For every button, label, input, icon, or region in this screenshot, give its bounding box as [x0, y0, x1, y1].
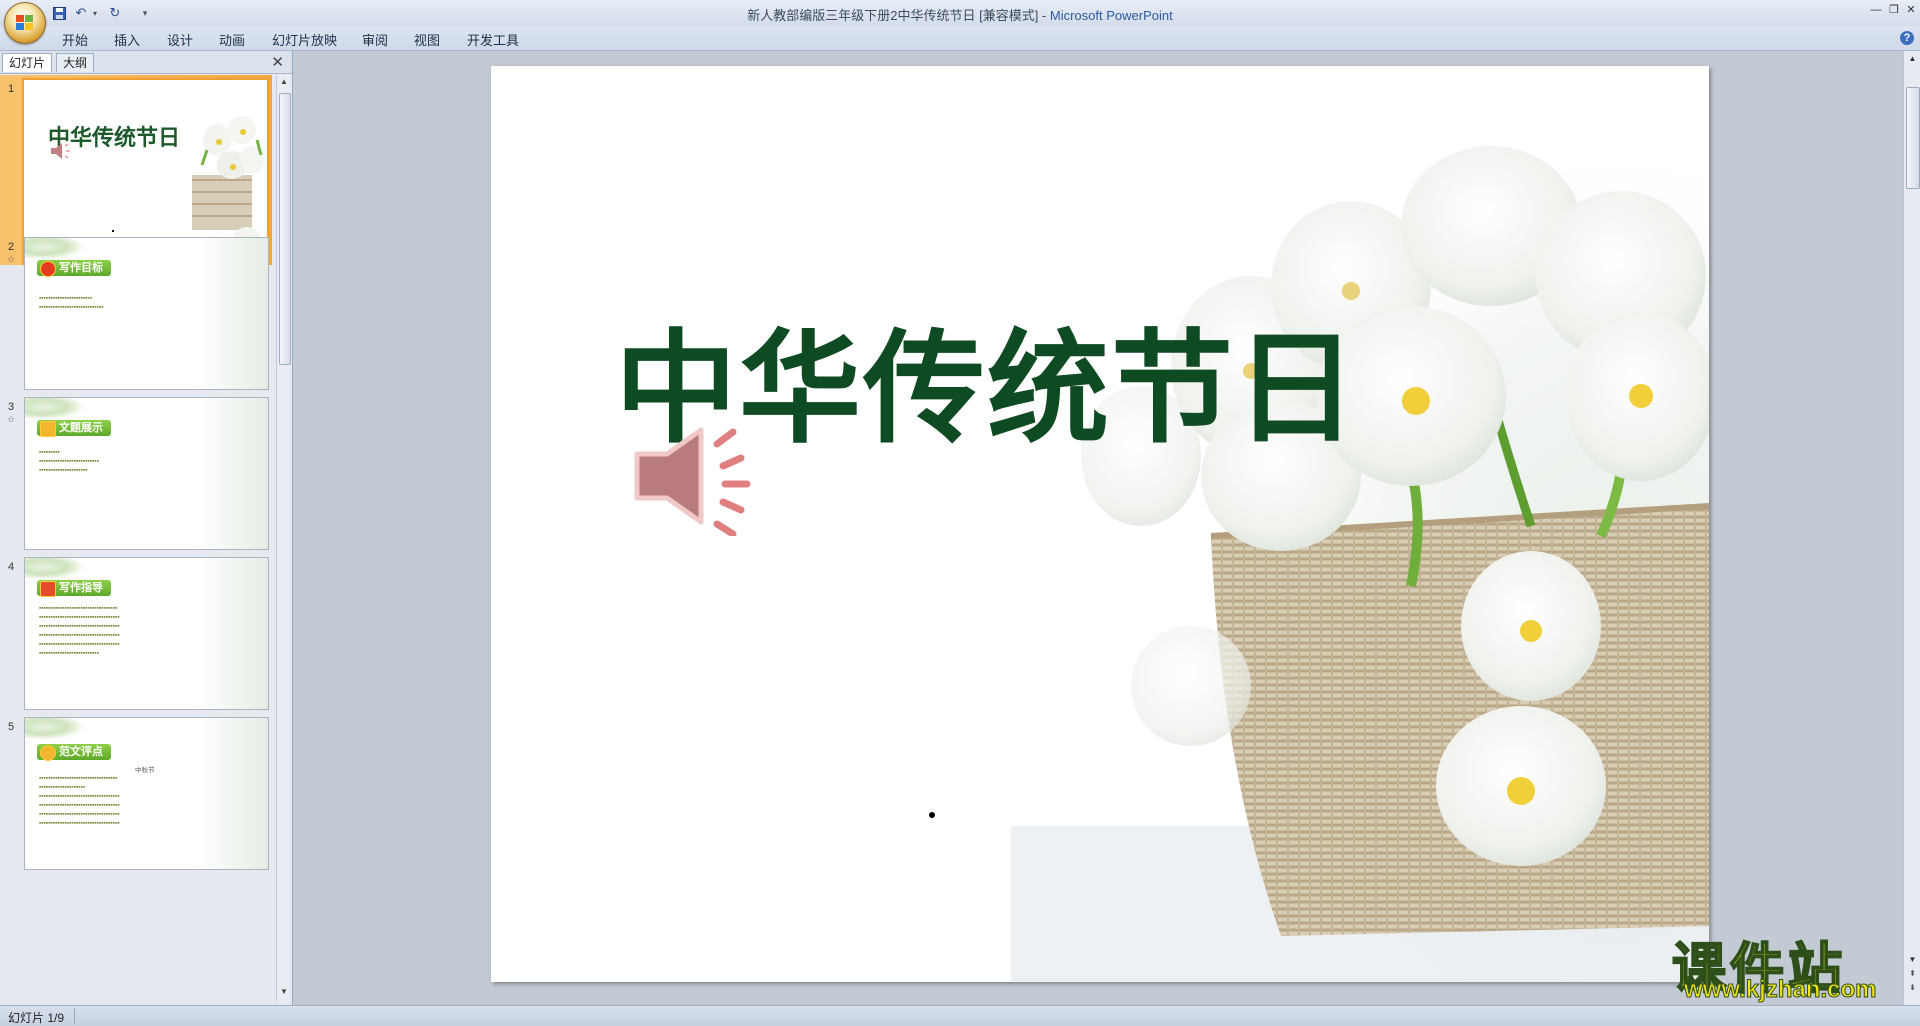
slide-thumbnail[interactable]: 文题展示 ▪▪▪▪▪▪▪▪▪ ▪▪▪▪▪▪▪▪▪▪▪▪▪▪▪▪▪▪▪▪▪▪▪▪▪▪…	[24, 397, 269, 550]
thumbnail-badge: 文题展示	[37, 420, 111, 437]
status-separator	[74, 1008, 75, 1024]
ribbon-tabs: 开始 插入 设计 动画 幻灯片放映 审阅 视图 开发工具 ?	[0, 26, 1920, 51]
minimize-icon[interactable]: —	[1866, 2, 1886, 18]
scroll-down-icon[interactable]: ▼	[279, 987, 289, 999]
tab-animations[interactable]: 动画	[219, 30, 245, 49]
tab-slideshow[interactable]: 幻灯片放映	[272, 30, 337, 49]
slide-thumbnail[interactable]: 写作目标 ▪▪▪▪▪▪▪▪▪▪▪▪▪▪▪▪▪▪▪▪▪▪▪ ▪▪▪▪▪▪▪▪▪▪▪▪…	[24, 237, 269, 390]
dot	[112, 230, 114, 232]
speaker-icon	[51, 143, 70, 159]
watermark-url: www.kjzhan.com	[1683, 976, 1877, 1004]
thumbnail-badge: 写作目标	[37, 260, 111, 277]
thumbnail-slide-5[interactable]: 5 范文评点 中秋节 ▪▪▪▪▪▪▪▪▪▪▪▪▪▪▪▪▪▪▪▪▪▪▪▪▪▪▪▪▪…	[0, 713, 272, 903]
slide-thumbnail[interactable]: 写作指导 ▪▪▪▪▪▪▪▪▪▪▪▪▪▪▪▪▪▪▪▪▪▪▪▪▪▪▪▪▪▪▪▪▪▪ ▪…	[24, 557, 269, 710]
animation-icon: ☆	[7, 254, 16, 264]
slide-indicator: 幻灯片 1/9	[8, 1011, 65, 1025]
status-bar: 幻灯片 1/9	[0, 1005, 1920, 1026]
close-panel-icon[interactable]: ✕	[271, 53, 284, 71]
thumbnail-body: ▪▪▪▪▪▪▪▪▪▪▪▪▪▪▪▪▪▪▪▪▪▪▪▪▪▪▪▪▪▪▪▪▪▪▪▪▪▪▪▪…	[39, 449, 99, 474]
close-icon[interactable]: ✕	[1901, 2, 1920, 18]
thumbnail-body: ▪▪▪▪▪▪▪▪▪▪▪▪▪▪▪▪▪▪▪▪▪▪▪▪▪▪▪▪▪▪▪▪▪▪▪▪▪▪▪▪…	[39, 605, 120, 657]
slide-number: 2	[8, 241, 15, 253]
flower-background	[198, 238, 268, 389]
office-logo-icon	[16, 15, 33, 30]
slide-thumbnail[interactable]: 范文评点 中秋节 ▪▪▪▪▪▪▪▪▪▪▪▪▪▪▪▪▪▪▪▪▪▪▪▪▪▪▪▪▪▪▪…	[24, 717, 269, 870]
title-bar: ↶ ▾ ↻ ▾ 新人教部编版三年级下册2中华传统节日 [兼容模式] - Micr…	[0, 0, 1920, 44]
tab-developer[interactable]: 开发工具	[467, 30, 519, 49]
thumbnail-badge: 范文评点	[37, 744, 111, 761]
scroll-up-icon[interactable]: ▲	[279, 77, 289, 89]
tab-slides[interactable]: 幻灯片	[2, 53, 53, 72]
slide-number: 1	[8, 83, 15, 95]
slide-number: 4	[8, 561, 15, 573]
slides-panel: 幻灯片 大纲 ✕ 1 中华传统节日 2 ☆ 写作目标 ▪▪▪▪▪▪▪▪▪▪▪▪▪…	[0, 51, 293, 1005]
scroll-thumb[interactable]	[279, 93, 291, 365]
slide-number: 3	[8, 401, 15, 413]
speaker-icon[interactable]	[631, 426, 771, 536]
leaf-decoration	[25, 238, 85, 260]
leaf-decoration	[25, 718, 85, 740]
window-title-doc: 新人教部编版三年级下册2中华传统节日 [兼容模式] -	[747, 8, 1050, 23]
slide-scrollbar[interactable]: ▲ ▼ ⇞ ⇟	[1903, 51, 1920, 1005]
tab-review[interactable]: 审阅	[362, 30, 388, 49]
tab-design[interactable]: 设计	[167, 30, 193, 49]
tab-insert[interactable]: 插入	[114, 30, 140, 49]
help-icon[interactable]: ?	[1900, 31, 1914, 45]
leaf-decoration	[25, 558, 85, 580]
slide-canvas[interactable]: 中华传统节日	[491, 66, 1709, 982]
flower-background	[198, 398, 268, 549]
thumbnail-badge: 写作指导	[37, 580, 111, 597]
thumbnail-list: 1 中华传统节日 2 ☆ 写作目标 ▪▪▪▪▪▪▪▪▪▪▪▪▪▪▪▪▪▪▪▪▪▪…	[0, 75, 272, 1001]
window-title-app: Microsoft PowerPoint	[1049, 8, 1173, 23]
dot	[929, 812, 935, 818]
window-title: 新人教部编版三年级下册2中华传统节日 [兼容模式] - Microsoft Po…	[0, 5, 1920, 24]
watermark-logo: 课件站 www.kjzhan.com	[1671, 924, 1912, 1004]
scroll-thumb[interactable]	[1906, 87, 1920, 189]
tab-home[interactable]: 开始	[62, 30, 88, 49]
thumbnail-body: ▪▪▪▪▪▪▪▪▪▪▪▪▪▪▪▪▪▪▪▪▪▪▪▪▪▪▪▪▪▪▪▪▪▪▪▪▪▪▪▪…	[39, 775, 120, 827]
scroll-up-icon[interactable]: ▲	[1907, 54, 1918, 66]
office-button[interactable]	[4, 2, 46, 44]
panel-tabs: 幻灯片 大纲 ✕	[0, 51, 292, 74]
thumbnail-scrollbar[interactable]: ▲ ▼	[276, 75, 291, 1001]
animation-icon: ☆	[7, 414, 16, 424]
tab-view[interactable]: 视图	[414, 30, 440, 49]
tab-outline[interactable]: 大纲	[56, 53, 95, 72]
leaf-decoration	[25, 398, 85, 420]
thumbnail-subtitle: 中秋节	[135, 767, 155, 774]
thumbnail-body: ▪▪▪▪▪▪▪▪▪▪▪▪▪▪▪▪▪▪▪▪▪▪▪▪▪▪▪▪▪▪▪▪▪▪▪▪▪▪▪▪…	[39, 295, 104, 311]
slide-number: 5	[8, 721, 15, 733]
